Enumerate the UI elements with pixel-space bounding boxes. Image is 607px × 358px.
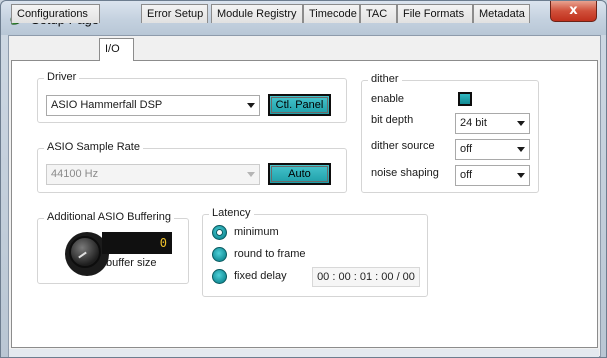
buffering-group-label: Additional ASIO Buffering (44, 211, 174, 223)
tab-label: TAC (366, 8, 388, 20)
tab-label: Timecode (309, 8, 357, 20)
noise-shaping-label: noise shaping (371, 167, 439, 179)
sample-rate-select[interactable]: 44100 Hz (46, 164, 260, 185)
tab-label: Module Registry (217, 8, 297, 20)
fixed-delay-timecode[interactable]: 00 : 00 : 01 : 00 / 00 (312, 267, 420, 287)
bit-depth-label: bit depth (371, 114, 414, 126)
auto-button[interactable]: Auto (268, 163, 331, 185)
dither-group-label: dither (368, 73, 402, 85)
dither-source-select[interactable]: off (455, 139, 530, 160)
latency-group-label: Latency (209, 207, 254, 219)
control-panel-button[interactable]: Ctl. Panel (268, 94, 331, 116)
bit-depth-value: 24 bit (460, 117, 487, 129)
tab-file-formats[interactable]: File Formats (397, 4, 473, 23)
dither-enable-label: enable (371, 93, 405, 105)
tab-label: I/O (105, 43, 120, 55)
sample-rate-select-value: 44100 Hz (51, 168, 99, 180)
tab-error-setup[interactable]: Error Setup (141, 4, 208, 23)
setup-window: Setup Page x Configurations I/O Error Se… (0, 0, 607, 358)
tab-tac[interactable]: TAC (360, 4, 397, 23)
noise-shaping-value: off (460, 169, 473, 181)
latency-fixed-delay-radio[interactable] (212, 269, 227, 284)
io-tab-page: Driver ASIO Hammerfall DSP Ctl. Panel AS… (11, 60, 598, 348)
driver-select[interactable]: ASIO Hammerfall DSP (46, 95, 260, 116)
tab-metadata[interactable]: Metadata (473, 4, 530, 23)
driver-group-label: Driver (44, 71, 80, 83)
chevron-down-icon (247, 172, 255, 177)
sample-rate-group-label: ASIO Sample Rate (44, 141, 143, 153)
buffer-size-knob[interactable] (69, 236, 101, 268)
chevron-down-icon (247, 103, 255, 108)
latency-round-to-frame-label[interactable]: round to frame (234, 248, 306, 260)
buffer-size-display: 0 (102, 232, 172, 254)
close-button[interactable]: x (550, 1, 597, 22)
latency-fixed-delay-label[interactable]: fixed delay (234, 270, 287, 282)
dither-source-label: dither source (371, 140, 435, 152)
tab-label: Configurations (17, 8, 88, 20)
tab-label: Metadata (479, 8, 525, 20)
dither-source-value: off (460, 143, 473, 155)
tab-io[interactable]: I/O (99, 38, 134, 61)
tab-label: Error Setup (147, 8, 204, 20)
chevron-down-icon (517, 121, 525, 126)
latency-minimum-label[interactable]: minimum (234, 226, 279, 238)
bit-depth-select[interactable]: 24 bit (455, 113, 530, 134)
noise-shaping-select[interactable]: off (455, 165, 530, 186)
dither-enable-checkbox[interactable] (458, 92, 472, 106)
driver-select-value: ASIO Hammerfall DSP (51, 99, 163, 111)
latency-minimum-radio[interactable] (212, 225, 227, 240)
buffer-size-label: buffer size (106, 257, 157, 269)
chevron-down-icon (517, 147, 525, 152)
latency-round-to-frame-radio[interactable] (212, 247, 227, 262)
tab-label: File Formats (403, 8, 465, 20)
tab-timecode[interactable]: Timecode (303, 4, 360, 23)
tab-module-registry[interactable]: Module Registry (211, 4, 303, 23)
window-bottom-strip (9, 349, 599, 357)
chevron-down-icon (517, 173, 525, 178)
tab-configurations[interactable]: Configurations (11, 4, 100, 23)
